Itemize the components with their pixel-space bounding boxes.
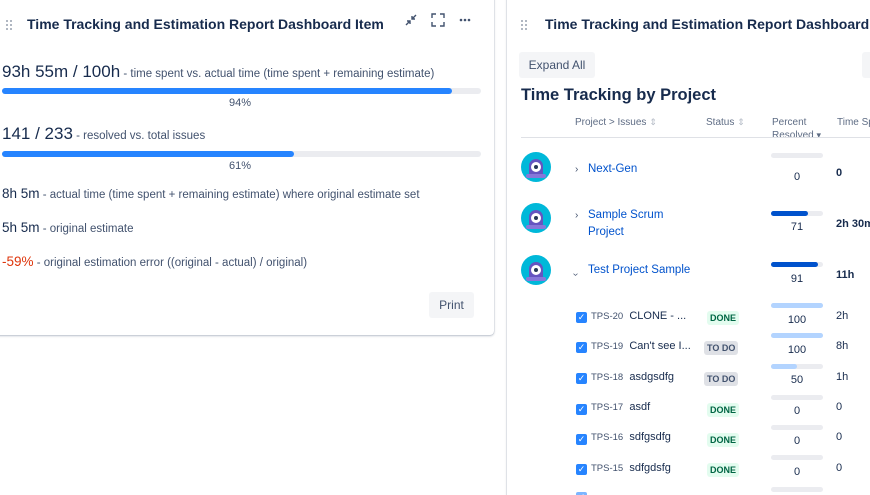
section-title: Time Tracking by Project [521, 86, 717, 104]
issue-type-icon: ✓ [576, 464, 587, 475]
resolved-progress-bar [2, 151, 481, 157]
status-lozenge: TO DO [704, 341, 739, 355]
project-time: 0 [836, 167, 843, 179]
issue-link[interactable]: TPS-18 asdgsdfg [591, 371, 674, 383]
project-time: 2h 30m [836, 218, 870, 230]
issue-progress-fill [771, 364, 797, 369]
project-link[interactable]: Test Project Sample [588, 262, 690, 279]
actual-time-value: 8h 5m [2, 186, 40, 201]
toolbar-button[interactable] [862, 52, 870, 78]
resolved-percent: 61% [228, 160, 252, 172]
time-spent-desc: - time spent vs. actual time (time spent… [120, 68, 435, 80]
original-estimate-desc: - original estimate [39, 223, 134, 235]
issue-progress-bar [771, 303, 823, 308]
project-time: 11h [836, 269, 855, 281]
more-icon[interactable] [456, 13, 474, 31]
actual-time-metric: 8h 5m - actual time (time spent + remain… [2, 186, 420, 201]
issue-type-icon: ✓ [576, 312, 587, 323]
issue-time: 0 [836, 462, 843, 474]
status-lozenge: DONE [707, 433, 740, 447]
expand-all-button[interactable]: Expand All [519, 52, 595, 78]
issue-percent: 50 [790, 374, 804, 386]
issue-link[interactable]: TPS-19 Can't see I... [591, 340, 691, 352]
project-progress-bar [771, 153, 823, 158]
issue-time: 2h [836, 310, 849, 322]
issue-time: 1h [836, 371, 849, 383]
issue-link[interactable]: TPS-20 CLONE - ... [591, 310, 686, 322]
column-header-status[interactable]: Status ⇕ [706, 116, 745, 129]
actual-time-desc: - actual time (time spent + remaining es… [39, 189, 420, 201]
project-progress-fill [771, 262, 819, 267]
drag-handle-icon[interactable] [521, 20, 527, 30]
original-estimate-metric: 5h 5m - original estimate [2, 220, 134, 235]
issue-progress-bar [771, 364, 823, 369]
status-lozenge: TO DO [704, 372, 739, 386]
issue-progress-bar [771, 487, 823, 492]
issue-percent: 0 [793, 405, 801, 417]
issue-time: 0 [836, 401, 843, 413]
issue-type-icon: ✓ [576, 404, 587, 415]
status-lozenge: DONE [707, 311, 740, 325]
time-spent-percent: 94% [228, 97, 252, 109]
resolved-desc: - resolved vs. total issues [72, 130, 206, 142]
issue-percent: 0 [793, 466, 801, 478]
fullscreen-icon[interactable] [429, 13, 447, 31]
project-percent: 91 [790, 273, 804, 285]
issue-link[interactable]: TPS-15 sdfgdsfg [591, 462, 671, 474]
time-tracking-report-card: Time Tracking and Estimation Report Dash… [0, 0, 494, 335]
issue-progress-bar [771, 333, 823, 338]
issue-progress-bar [771, 395, 823, 400]
resolved-metric: 141 / 233 - resolved vs. total issues [2, 124, 205, 144]
column-header-project[interactable]: Project > Issues ⇕ [575, 116, 657, 129]
time-spent-metric: 93h 55m / 100h - time spent vs. actual t… [2, 62, 434, 82]
column-header-time-spent[interactable]: Time Sp [837, 116, 870, 129]
issue-progress-bar [771, 455, 823, 460]
time-spent-value: 93h 55m / 100h [2, 62, 121, 81]
issue-type-icon: ✓ [576, 434, 587, 445]
estimation-error-value: -59% [2, 254, 34, 269]
expand-chevron-icon[interactable]: › [575, 210, 578, 221]
project-link[interactable]: Sample Scrum Project [588, 207, 663, 241]
column-header-percent-resolved[interactable]: Percent Resolved ▾ [772, 116, 821, 142]
issue-percent: 100 [787, 314, 807, 326]
issue-type-icon: ✓ [576, 342, 587, 353]
issue-progress-bar [771, 425, 823, 430]
project-link[interactable]: Next-Gen [588, 161, 637, 178]
expand-chevron-icon[interactable]: › [575, 164, 578, 175]
issue-percent: 0 [793, 435, 801, 447]
drag-handle-icon[interactable] [6, 20, 12, 30]
issue-type-icon: ✓ [576, 373, 587, 384]
issue-progress-fill [771, 303, 823, 308]
resolved-value: 141 / 233 [2, 124, 73, 143]
issue-time: 8h [836, 340, 849, 352]
resolved-progress-fill [2, 151, 295, 157]
issue-progress-fill [771, 333, 823, 338]
card-title: Time Tracking and Estimation Report Dash… [545, 16, 870, 32]
original-estimate-value: 5h 5m [2, 220, 40, 235]
estimation-error-metric: -59% - original estimation error ((origi… [2, 254, 307, 269]
minimize-icon[interactable] [402, 13, 420, 31]
project-progress-bar [771, 211, 823, 216]
card-title: Time Tracking and Estimation Report Dash… [27, 16, 384, 32]
time-spent-progress-bar [2, 88, 481, 94]
project-avatar [521, 255, 551, 285]
collapse-chevron-icon[interactable]: › [570, 273, 581, 276]
project-percent: 71 [790, 221, 804, 233]
issue-link[interactable]: TPS-17 asdf [591, 401, 650, 413]
time-tracking-by-project-card: Time Tracking and Estimation Report Dash… [507, 0, 870, 495]
time-spent-progress-fill [2, 88, 453, 94]
project-percent: 0 [793, 171, 801, 183]
project-avatar [521, 152, 551, 182]
estimation-error-desc: - original estimation error ((original -… [33, 257, 308, 269]
issue-percent: 100 [787, 344, 807, 356]
print-button[interactable]: Print [429, 292, 474, 318]
project-avatar [521, 203, 551, 233]
status-lozenge: DONE [707, 403, 740, 417]
issue-link[interactable]: TPS-16 sdfgsdfg [591, 431, 671, 443]
issue-time: 0 [836, 431, 843, 443]
project-progress-bar [771, 262, 823, 267]
project-progress-fill [771, 211, 808, 216]
header-divider [521, 137, 870, 138]
status-lozenge: DONE [707, 463, 740, 477]
